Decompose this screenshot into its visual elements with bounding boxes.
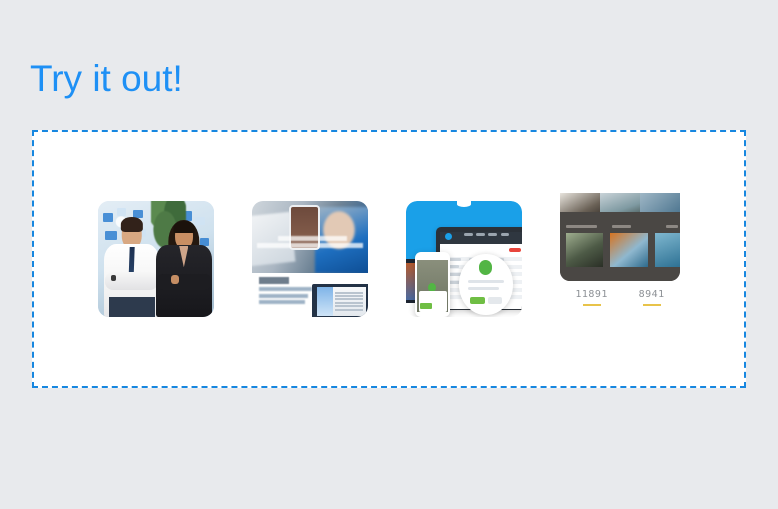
app-logo-icon xyxy=(444,232,452,240)
thumbnail-website-hero[interactable] xyxy=(252,201,368,317)
thumbnail-app-dashboard[interactable] xyxy=(406,201,522,317)
counter-value: 11891 xyxy=(575,289,608,300)
hero-banner xyxy=(252,201,368,273)
thumbnail-row: 11891 8941 xyxy=(34,132,744,386)
person-woman xyxy=(155,219,213,317)
green-check-icon-large xyxy=(478,260,493,275)
gallery-caption xyxy=(611,224,631,228)
notification-badge xyxy=(509,247,522,252)
dark-gallery-card xyxy=(560,193,680,281)
counter-row: 11891 8941 xyxy=(560,289,680,306)
phone-action-button xyxy=(420,303,432,310)
counter-item: 11891 xyxy=(575,289,608,306)
page-root: Try it out! 11891 8941 xyxy=(0,0,778,509)
gallery-tile xyxy=(566,233,604,267)
gallery-caption xyxy=(665,224,678,228)
gallery-tile xyxy=(654,233,680,267)
counter-value: 8941 xyxy=(638,289,665,300)
thumbnail-dark-gallery[interactable]: 11891 8941 xyxy=(560,193,680,325)
thumbnail-business-people[interactable] xyxy=(98,201,214,317)
magnifier-callout xyxy=(459,254,513,315)
gallery-tile xyxy=(610,233,648,267)
backdrop-notch xyxy=(457,201,471,207)
page-title: Try it out! xyxy=(30,58,183,99)
confirm-button xyxy=(470,296,485,304)
article-section xyxy=(252,272,368,317)
phone-mockup xyxy=(415,252,451,317)
gallery-caption xyxy=(566,224,598,228)
person-man xyxy=(101,217,161,317)
inline-screenshot xyxy=(312,283,368,317)
counter-underline xyxy=(582,304,601,306)
image-drop-area[interactable]: 11891 8941 xyxy=(32,130,746,388)
counter-item: 8941 xyxy=(639,289,665,306)
dismiss-button xyxy=(488,296,503,304)
counter-underline xyxy=(642,304,661,306)
